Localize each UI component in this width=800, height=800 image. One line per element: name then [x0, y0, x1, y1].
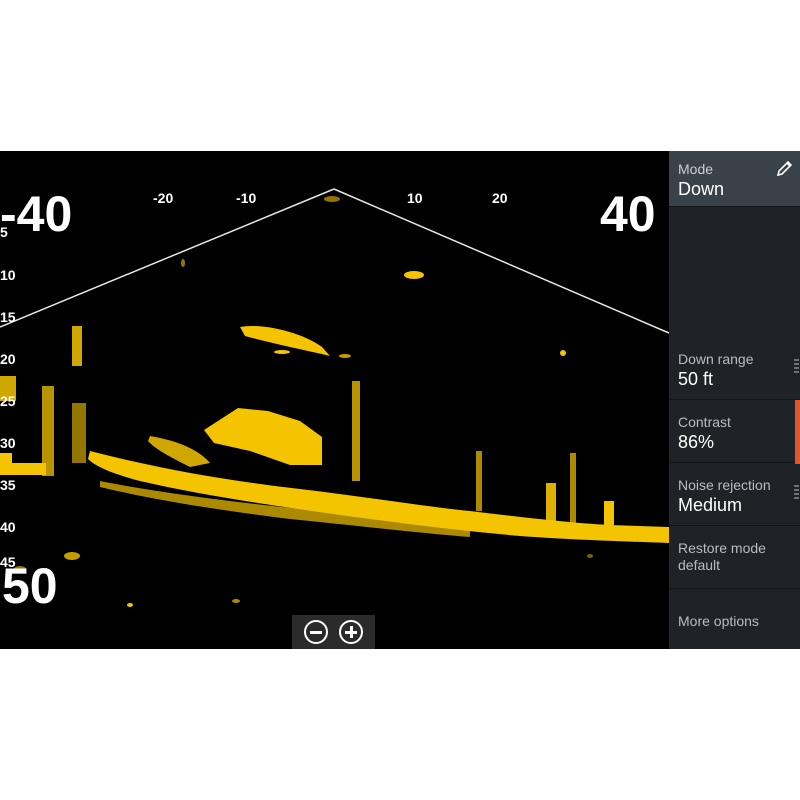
contrast-label: Contrast — [678, 414, 731, 430]
sonar-screen: -40 40 50 -20 -10 10 20 5 10 15 20 25 30… — [0, 151, 800, 649]
depth-tick: 45 — [0, 554, 16, 570]
horizontal-tick: 20 — [492, 190, 508, 206]
contrast-level-bar[interactable] — [795, 400, 800, 464]
depth-tick: 10 — [0, 267, 16, 283]
mode-value: Down — [678, 179, 725, 199]
zoom-in-button[interactable] — [339, 620, 364, 644]
horizontal-tick: -20 — [153, 190, 174, 206]
restore-mode-default-line2: default — [678, 557, 721, 573]
depth-tick: 30 — [0, 435, 16, 451]
depth-tick: 20 — [0, 351, 16, 367]
restore-mode-default-item[interactable]: Restore mode default — [669, 526, 800, 589]
horizontal-tick: -10 — [236, 190, 257, 206]
more-options-label: More options — [678, 613, 759, 629]
sonar-image — [0, 188, 669, 607]
range-left-label: -40 — [0, 186, 73, 242]
depth-tick: 35 — [0, 477, 16, 493]
sonar-echoes — [0, 196, 669, 607]
sonar-view[interactable]: -40 40 50 -20 -10 10 20 5 10 15 20 25 30… — [0, 151, 669, 649]
down-range-value: 50 ft — [678, 369, 714, 389]
depth-tick: 40 — [0, 519, 16, 535]
mode-item[interactable]: Mode Down — [669, 151, 800, 207]
contrast-value: 86% — [678, 432, 715, 452]
noise-rejection-label: Noise rejection — [678, 477, 771, 493]
restore-mode-default-line1: Restore mode — [678, 540, 766, 556]
more-options-item[interactable]: More options — [669, 589, 800, 649]
zoom-out-button[interactable] — [303, 620, 328, 644]
down-range-label: Down range — [678, 351, 754, 367]
depth-tick: 5 — [0, 224, 8, 240]
pencil-icon[interactable] — [776, 159, 794, 177]
noise-rejection-value: Medium — [678, 495, 743, 515]
slider-grip-icon[interactable] — [794, 359, 799, 375]
depth-tick: 15 — [0, 309, 16, 325]
depth-tick: 25 — [0, 393, 16, 409]
horizontal-tick: 10 — [407, 190, 423, 206]
slider-grip-icon[interactable] — [794, 485, 799, 501]
noise-rejection-item[interactable]: Noise rejection Medium — [669, 463, 800, 526]
down-range-item[interactable]: Down range 50 ft — [669, 337, 800, 400]
contrast-item[interactable]: Contrast 86% — [669, 400, 800, 464]
settings-panel: Mode Down Down range 50 ft Contrast 86% … — [669, 151, 800, 649]
minus-circle-icon — [309, 631, 322, 634]
zoom-controls — [292, 615, 375, 649]
range-right-label: 40 — [600, 186, 656, 242]
